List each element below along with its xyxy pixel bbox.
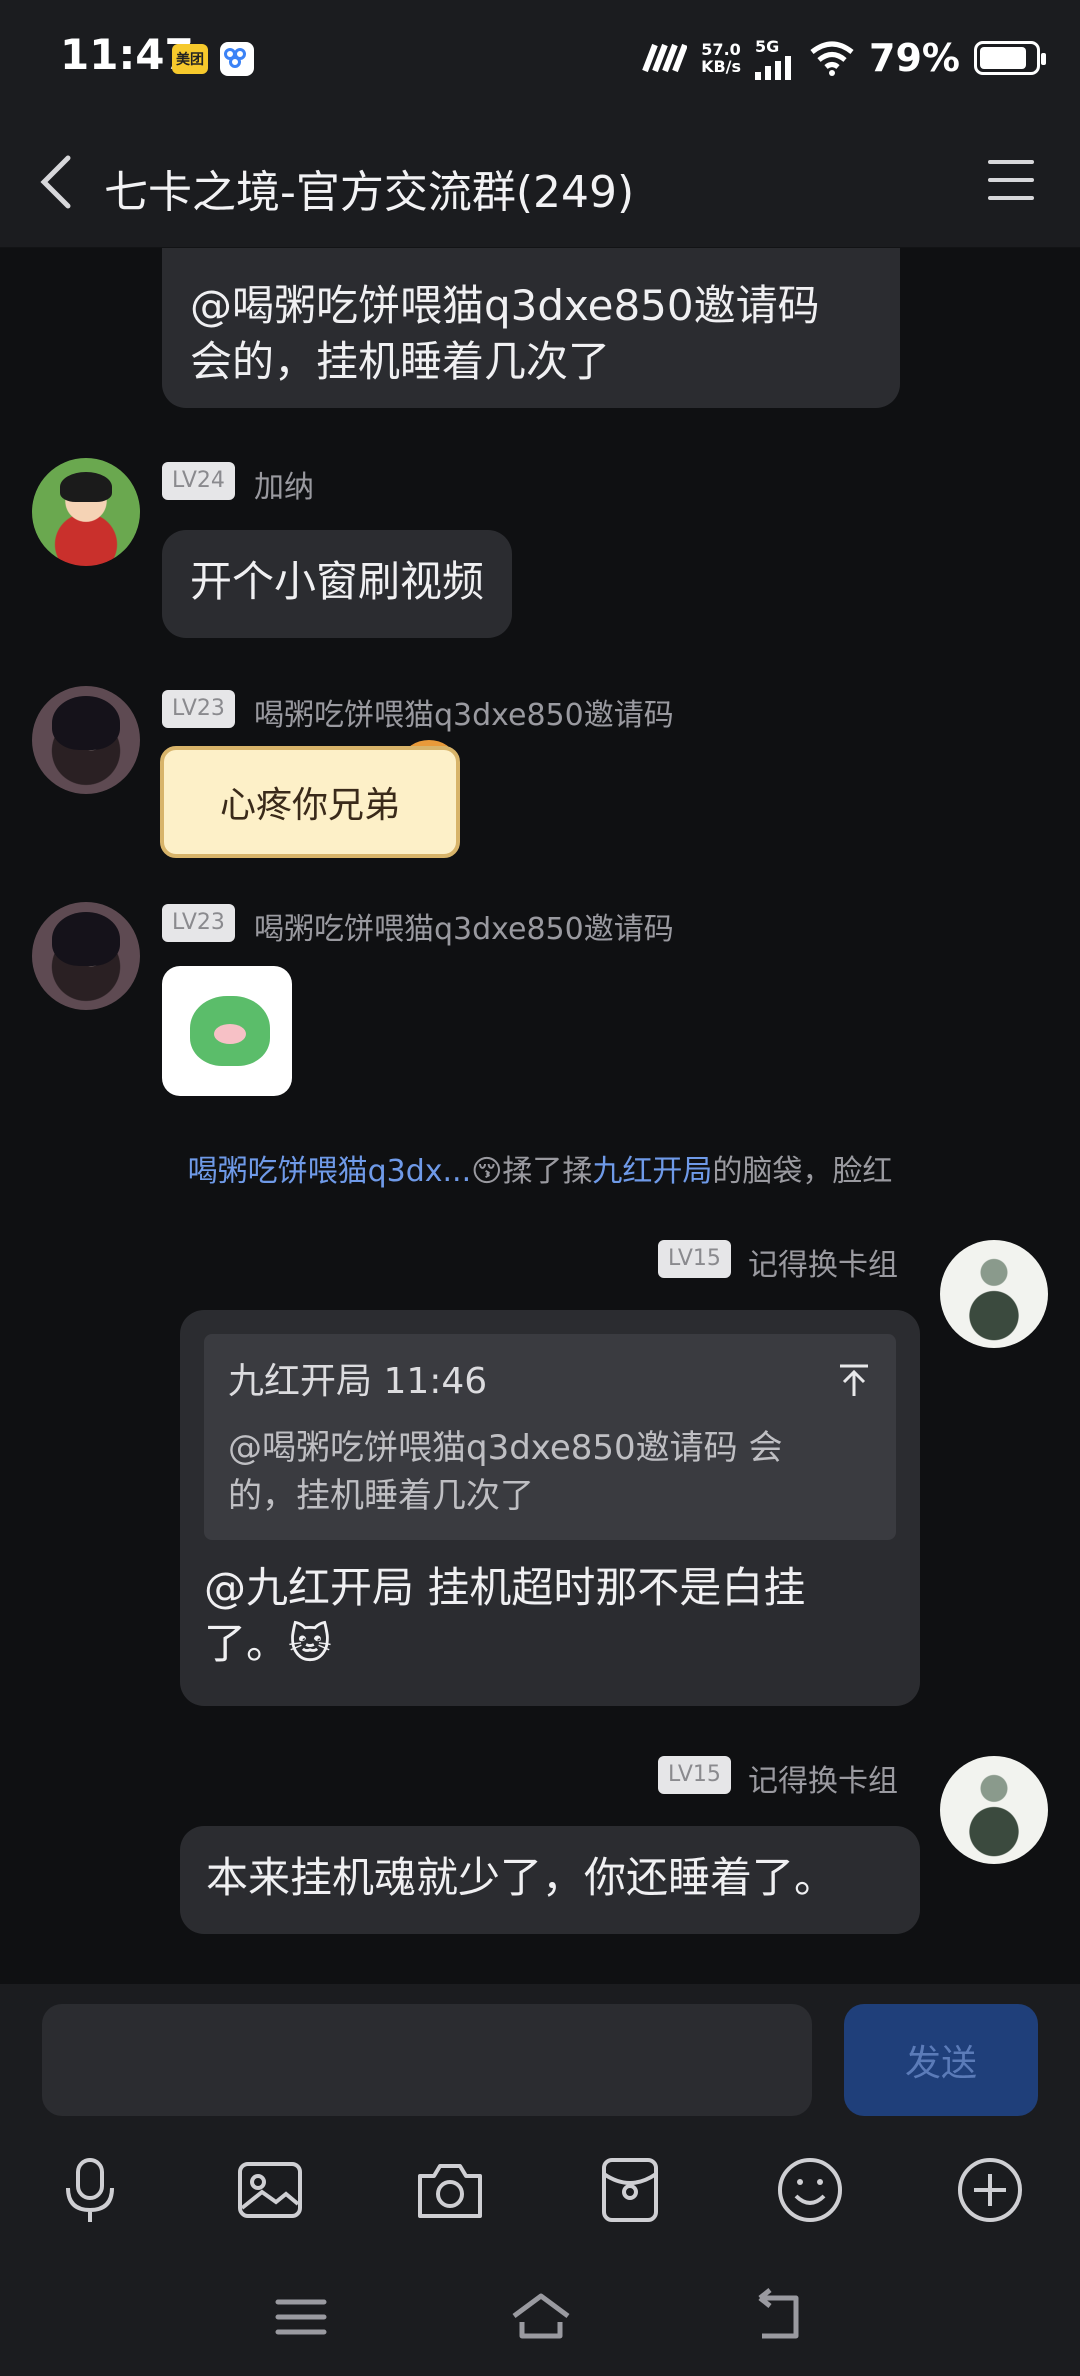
system-nav-bar <box>0 2270 1080 2376</box>
sender-name: 记得换卡组 <box>748 1248 898 1283</box>
text-sticker[interactable]: 心疼你兄弟 <box>160 746 460 858</box>
status-bar: 11:47 美团 57.0 KB/s 5G 79% <box>0 0 1080 120</box>
sender-name[interactable]: 喝粥吃饼喂猫q3dxe850邀请码 <box>254 690 674 734</box>
level-badge: LV15 <box>658 1756 731 1794</box>
network-type: 5G <box>755 36 780 56</box>
app-notification-icon <box>220 42 254 76</box>
meituan-app-icon: 美团 <box>172 44 208 74</box>
status-indicators: 57.0 KB/s 5G 79% <box>641 36 1046 80</box>
red-packet-icon[interactable] <box>592 2152 668 2228</box>
level-badge: LV23 <box>162 690 235 728</box>
group-title: 七卡之境-官方交流群(249) <box>104 167 635 218</box>
signal-bars-icon <box>755 55 792 80</box>
back-button[interactable] <box>30 150 90 214</box>
wifi-icon <box>810 41 854 76</box>
cat-emoji: 🐱 <box>288 1619 332 1668</box>
avatar[interactable] <box>940 1240 1048 1348</box>
blush-emoji: 😚 <box>471 1154 503 1189</box>
sender-name[interactable]: 加纳 <box>254 462 314 506</box>
plus-icon[interactable] <box>952 2152 1028 2228</box>
avatar[interactable] <box>32 902 140 1010</box>
hd-signal-icon <box>642 43 688 73</box>
quote-header: 九红开局 11:46 <box>228 1361 488 1402</box>
chat-screen: 11:47 美团 57.0 KB/s 5G 79% 七卡之境-官方交流群(249… <box>0 0 1080 2376</box>
microphone-icon[interactable] <box>52 2152 128 2228</box>
battery-icon <box>974 41 1046 75</box>
jump-to-top-icon[interactable] <box>836 1362 872 1398</box>
chat-header: 七卡之境-官方交流群(249) <box>0 120 1080 248</box>
emoji-icon[interactable] <box>772 2152 848 2228</box>
cell-signal: 5G <box>755 37 795 80</box>
quoted-message[interactable]: 九红开局 11:46 @喝粥吃饼喂猫q3dxe850邀请码 会 的，挂机睡着几次… <box>204 1334 896 1540</box>
message-input[interactable] <box>42 2004 812 2116</box>
group-menu-button[interactable] <box>984 158 1040 206</box>
reply-text: @九红开局 挂机超时那不是白挂 了。🐱 <box>204 1563 806 1668</box>
camera-icon[interactable] <box>412 2152 488 2228</box>
system-actor-link[interactable]: 喝粥吃饼喂猫q3dx... <box>188 1154 472 1189</box>
back-nav-icon[interactable] <box>746 2284 812 2350</box>
level-badge: LV23 <box>162 904 235 942</box>
battery-percent: 79% <box>869 36 960 80</box>
reply-message-bubble[interactable]: 九红开局 11:46 @喝粥吃饼喂猫q3dxe850邀请码 会 的，挂机睡着几次… <box>180 1310 920 1706</box>
level-badge: LV24 <box>162 462 235 500</box>
system-message: 喝粥吃饼喂猫q3dx...😚揉了揉九红开局的脑袋，脸红 <box>187 1154 893 1189</box>
quote-body: @喝粥吃饼喂猫q3dxe850邀请码 会 的，挂机睡着几次了 <box>228 1428 783 1516</box>
avatar[interactable] <box>32 686 140 794</box>
message-bubble[interactable]: 开个小窗刷视频 <box>162 530 513 638</box>
network-speed: 57.0 KB/s <box>701 40 742 76</box>
system-target-link[interactable]: 九红开局 <box>592 1154 712 1189</box>
dinosaur-sticker[interactable] <box>162 966 292 1096</box>
recent-apps-icon[interactable] <box>268 2284 334 2350</box>
chevron-left-icon <box>40 155 71 209</box>
avatar[interactable] <box>32 458 140 566</box>
avatar[interactable] <box>940 1756 1048 1864</box>
send-button[interactable]: 发送 <box>844 2004 1038 2116</box>
level-badge: LV15 <box>658 1240 731 1278</box>
sender-name: 记得换卡组 <box>748 1764 898 1799</box>
message-bubble[interactable]: 本来挂机魂就少了，你还睡着了。 <box>180 1826 920 1934</box>
image-icon[interactable] <box>232 2152 308 2228</box>
home-icon[interactable] <box>508 2284 574 2350</box>
message-bubble[interactable]: @喝粥吃饼喂猫q3dxe850邀请码 会的，挂机睡着几次了 <box>162 248 900 408</box>
sender-name[interactable]: 喝粥吃饼喂猫q3dxe850邀请码 <box>254 904 674 948</box>
